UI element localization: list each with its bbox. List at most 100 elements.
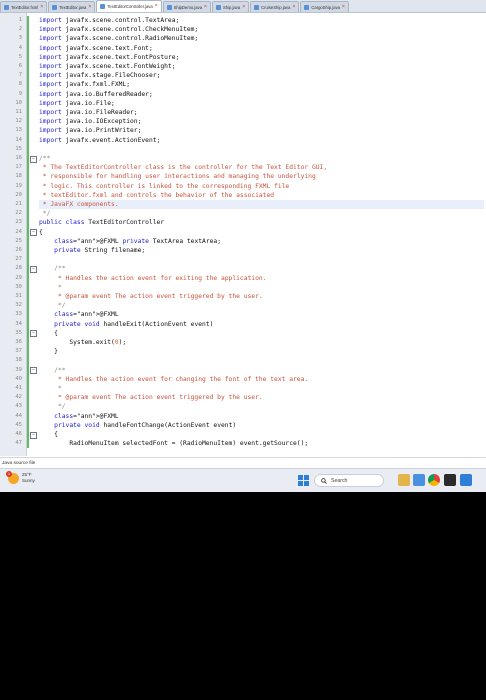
- line-number: 15: [15, 145, 22, 152]
- code-line: import java.io.BufferedReader;: [39, 90, 153, 98]
- line-number: 25: [15, 237, 22, 244]
- line-number: 39: [15, 366, 22, 373]
- fold-toggle-icon[interactable]: −: [30, 330, 37, 338]
- line-number: 10: [15, 99, 22, 106]
- ide-window: TextEditor.fxml × TextEditor.java × TextEdit…: [0, 0, 486, 492]
- close-icon[interactable]: ×: [342, 4, 345, 10]
- weather-widget[interactable]: 1 25°F Sunny: [6, 470, 35, 484]
- fold-toggle-icon[interactable]: −: [30, 155, 37, 163]
- code-line: System.exit(0);: [39, 339, 127, 346]
- line-number: 47: [15, 440, 22, 447]
- line-number: 45: [15, 421, 22, 428]
- fold-toggle-icon[interactable]: −: [30, 265, 37, 273]
- tab-cruiseship-java[interactable]: CruiseShip.java ×: [250, 1, 300, 12]
- fold-toggle-icon[interactable]: −: [30, 367, 37, 375]
- close-icon[interactable]: ×: [204, 4, 207, 10]
- java-file-icon: [304, 4, 310, 10]
- line-number: 27: [15, 256, 22, 263]
- photos-app-icon[interactable]: [413, 474, 425, 486]
- line-number: 26: [15, 247, 22, 253]
- chrome-icon[interactable]: [428, 474, 440, 486]
- line-number: 41: [15, 385, 22, 391]
- code-line: class="ann">@FXML: [54, 412, 119, 420]
- line-number-gutter: 1 2 3 4 5 6 7 8 9 10 11 12 13 14 15 16 17 18 19 20 21 22 23 24 2…: [0, 13, 27, 456]
- line-number: 23: [15, 219, 22, 226]
- close-icon[interactable]: ×: [40, 4, 43, 10]
- java-file-icon: [166, 4, 172, 10]
- line-number: 42: [15, 394, 22, 401]
- line-number: 24: [15, 228, 22, 235]
- code-line: import java.io.File;: [39, 99, 115, 107]
- windows-logo-pane: [298, 475, 303, 480]
- line-number: 19: [15, 182, 22, 189]
- close-icon[interactable]: ×: [292, 4, 295, 10]
- line-number: 34: [15, 320, 22, 327]
- code-line: {: [39, 329, 58, 337]
- terminal-icon[interactable]: [444, 474, 456, 486]
- java-file-icon: [254, 4, 260, 10]
- code-line: import javafx.stage.FileChooser;: [39, 72, 161, 80]
- line-number: 46: [15, 431, 22, 437]
- weather-description: Sunny: [22, 478, 35, 483]
- line-number: 12: [15, 118, 22, 125]
- tab-label: TextEditor.fxml: [11, 4, 39, 10]
- line-number: 2: [18, 26, 22, 33]
- search-icon: [321, 477, 327, 484]
- code-line: import java.io.FileReader;: [39, 109, 138, 116]
- code-line: public class TextEditorController: [39, 219, 165, 227]
- line-number: 38: [15, 357, 22, 364]
- line-number: 22: [15, 210, 22, 217]
- tab-texteditor-java[interactable]: TextEditor.java ×: [48, 1, 96, 12]
- fold-toggle-icon[interactable]: −: [30, 229, 37, 237]
- code-line: RadioMenuItem selectedFont = (RadioMenuI…: [39, 440, 309, 448]
- code-line: {: [39, 431, 58, 438]
- code-line: * @param event The action event triggere…: [39, 394, 263, 402]
- notification-badge: 1: [6, 470, 12, 477]
- line-number: 37: [15, 348, 22, 355]
- line-number: 28: [15, 265, 22, 272]
- tab-label: TextEditor.java: [59, 4, 87, 10]
- close-icon[interactable]: ×: [155, 4, 158, 9]
- start-button[interactable]: [298, 475, 309, 486]
- close-icon[interactable]: ×: [88, 4, 91, 10]
- code-line: /**: [39, 366, 66, 374]
- code-line: private String filename;: [54, 247, 146, 254]
- sun-icon: 1: [6, 470, 19, 484]
- tab-label: CargoShip.java: [311, 4, 340, 10]
- close-icon[interactable]: ×: [242, 4, 245, 10]
- line-number: 40: [15, 375, 22, 382]
- code-line: * JavaFX components.: [39, 200, 484, 210]
- tab-shipdemo-java[interactable]: ShipDemo.java ×: [162, 1, 211, 12]
- change-marker: [27, 16, 29, 449]
- line-number: 20: [15, 191, 22, 198]
- line-number: 33: [15, 311, 22, 318]
- code-line: /**: [39, 265, 66, 273]
- code-line: *: [39, 283, 62, 291]
- code-line: */: [39, 302, 66, 310]
- line-number: 3: [18, 35, 22, 42]
- code-line: * @param event The action event triggere…: [39, 293, 263, 300]
- windows-logo-pane: [298, 481, 303, 486]
- line-number: 14: [15, 136, 22, 143]
- taskbar-search[interactable]: Search: [314, 474, 384, 487]
- java-file-icon: [100, 4, 106, 9]
- files-app-icon[interactable]: [398, 474, 410, 486]
- code-editor[interactable]: 1 2 3 4 5 6 7 8 9 10 11 12 13 14 15 16 17 18 19 20 21 22 23 24 2…: [0, 13, 486, 456]
- line-number: 29: [15, 274, 22, 281]
- taskbar: 1 25°F Sunny Search: [0, 468, 486, 492]
- code-line: * logic. This controller is linked to th…: [39, 182, 290, 190]
- line-number: 1: [18, 17, 22, 23]
- tab-cargoship-java[interactable]: CargoShip.java ×: [300, 1, 349, 12]
- tab-label: ShipDemo.java: [173, 4, 203, 10]
- code-line: private void handleExit(ActionEvent even…: [54, 320, 214, 328]
- tab-texteditorcontroller-java[interactable]: TextEditorController.java ×: [96, 0, 162, 12]
- java-file-icon: [52, 4, 58, 10]
- code-line: * textEditor.fxml and controls the behav…: [39, 191, 275, 199]
- code-line: {: [39, 228, 43, 236]
- notifications-icon[interactable]: [460, 474, 472, 486]
- tab-texteditor-fxml[interactable]: TextEditor.fxml ×: [0, 1, 48, 12]
- code-line: * Handles the action event for exiting t…: [39, 274, 267, 282]
- fold-toggle-icon[interactable]: −: [30, 431, 37, 439]
- code-line: import javafx.scene.text.FontPosture;: [39, 53, 180, 61]
- tab-ship-java[interactable]: Ship.java ×: [211, 1, 250, 12]
